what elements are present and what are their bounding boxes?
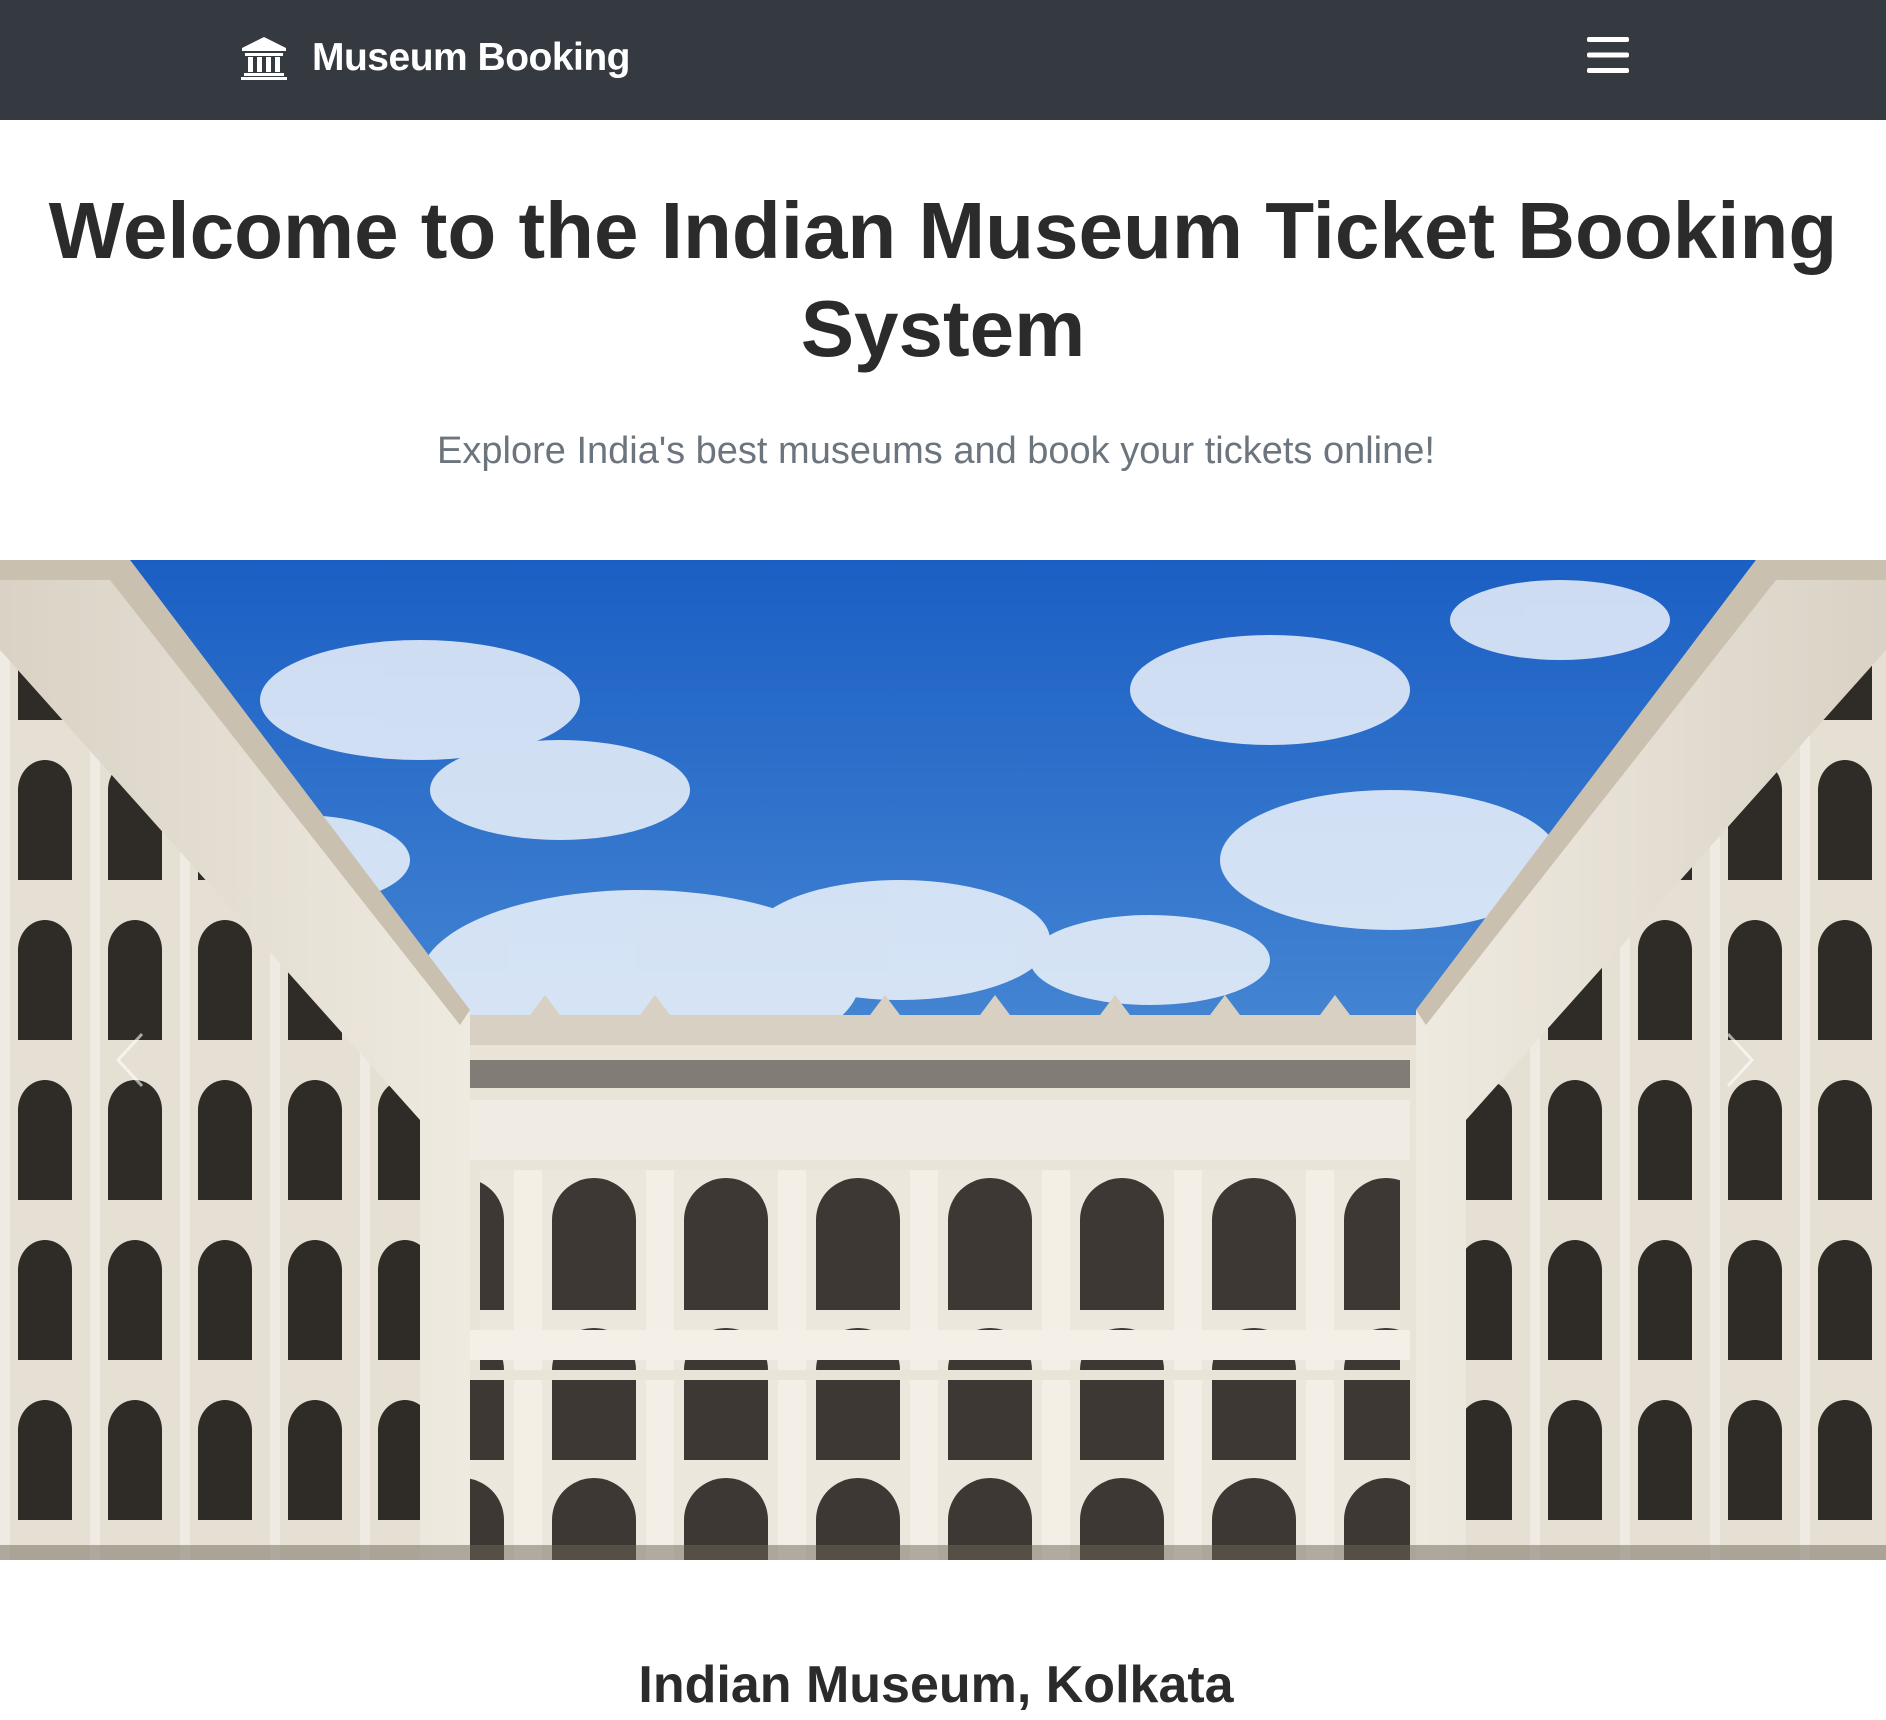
chevron-left-icon [115, 1032, 144, 1088]
hamburger-menu-button[interactable] [1584, 34, 1632, 76]
hamburger-menu-icon [1587, 37, 1629, 73]
page-title: Welcome to the Indian Museum Ticket Book… [48, 186, 1838, 373]
brand-link[interactable]: Museum Booking [240, 30, 631, 86]
carousel-prev-button[interactable] [70, 990, 190, 1130]
brand-text: Museum Booking [312, 36, 631, 79]
navbar: Museum Booking [0, 0, 1886, 120]
page-subtitle: Explore India's best museums and book yo… [437, 430, 1435, 472]
museum-building-icon [240, 35, 288, 81]
museum-heading: Indian Museum, Kolkata [638, 1656, 1234, 1714]
chevron-right-icon [1726, 1032, 1755, 1088]
museum-carousel[interactable] [0, 560, 1886, 1560]
carousel-next-button[interactable] [1680, 990, 1800, 1130]
carousel-image [0, 560, 1886, 1560]
